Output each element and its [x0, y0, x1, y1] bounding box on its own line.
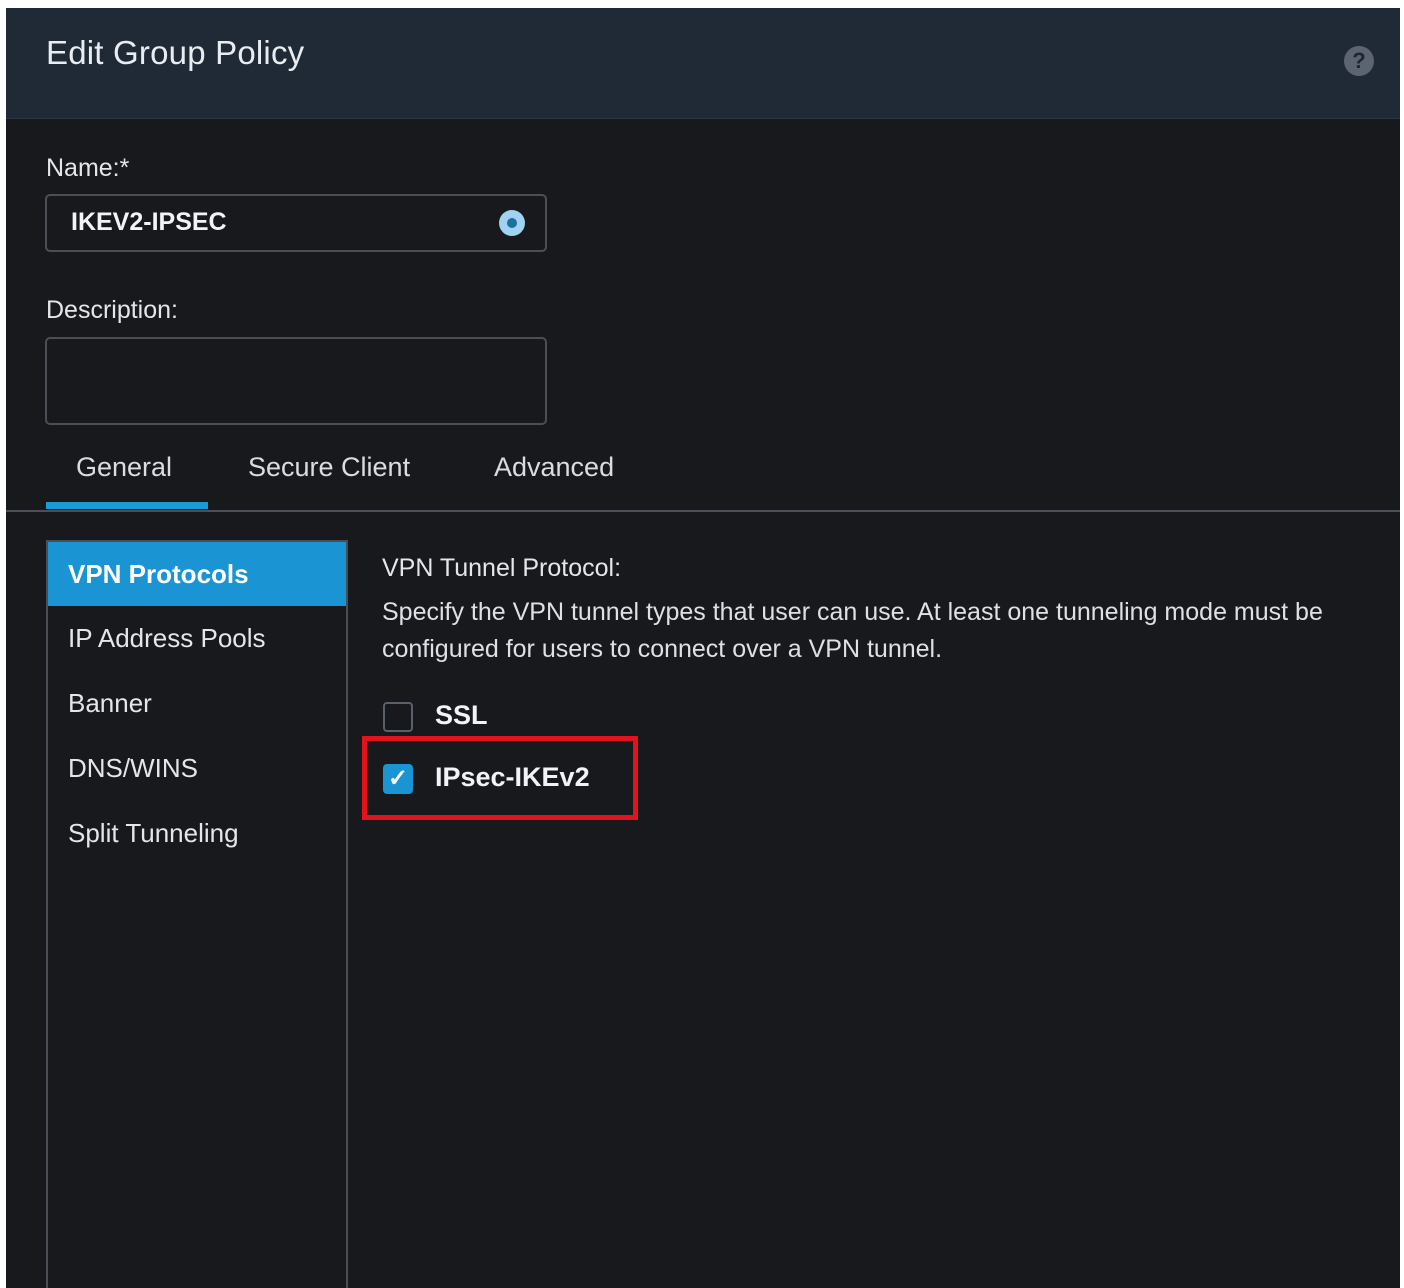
tab-general[interactable]: General	[76, 452, 172, 483]
sidebar-item-banner[interactable]: Banner	[48, 671, 346, 735]
sidebar-item-dns-wins[interactable]: DNS/WINS	[48, 736, 346, 800]
tab-advanced[interactable]: Advanced	[494, 452, 614, 483]
description-label: Description:	[46, 296, 178, 324]
settings-sidebar: VPN Protocols IP Address Pools Banner DN…	[46, 540, 348, 1288]
key-icon	[499, 210, 525, 236]
tab-secure-client[interactable]: Secure Client	[248, 452, 410, 483]
sidebar-item-split-tunneling[interactable]: Split Tunneling	[48, 801, 346, 865]
policy-tabs: General Secure Client Advanced	[6, 448, 1400, 510]
tab-divider	[6, 510, 1400, 512]
section-description: Specify the VPN tunnel types that user c…	[382, 598, 1323, 663]
section-label: VPN Tunnel Protocol:	[382, 554, 622, 582]
ssl-checkbox[interactable]	[383, 702, 413, 732]
sidebar-item-vpn-protocols[interactable]: VPN Protocols	[48, 542, 346, 606]
edit-group-policy-dialog: Edit Group Policy ? Name:* IKEV2-IPSEC D…	[6, 8, 1400, 1288]
name-label: Name:*	[46, 154, 130, 182]
dialog-header: Edit Group Policy ?	[6, 8, 1400, 119]
dialog-title: Edit Group Policy	[46, 34, 305, 71]
description-field[interactable]	[45, 337, 547, 425]
sidebar-item-ip-address-pools[interactable]: IP Address Pools	[48, 606, 346, 670]
name-value[interactable]: IKEV2-IPSEC	[71, 208, 227, 237]
active-tab-indicator	[46, 502, 208, 509]
ssl-label[interactable]: SSL	[435, 700, 488, 731]
help-icon[interactable]: ?	[1344, 46, 1374, 76]
name-field[interactable]: IKEV2-IPSEC	[45, 194, 547, 252]
highlight-annotation-box	[362, 736, 638, 820]
